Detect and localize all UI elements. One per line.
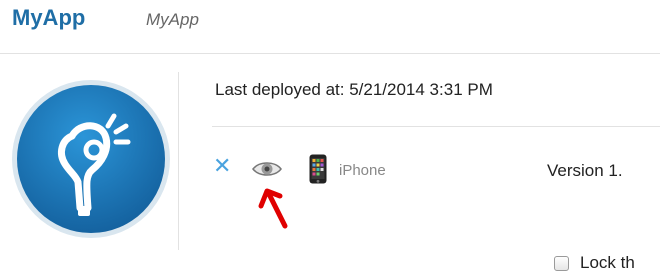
lock-label: Lock th <box>580 253 635 272</box>
header-divider <box>0 53 660 54</box>
eye-icon[interactable] <box>251 159 283 179</box>
platform-label: iPhone <box>339 162 386 179</box>
version-text: Version 1. <box>547 161 623 180</box>
lock-checkbox[interactable] <box>554 256 569 271</box>
last-deployed-text: Last deployed at: 5/21/2014 3:31 PM <box>215 80 493 99</box>
red-arrow-annotation <box>255 186 299 232</box>
section-divider <box>212 126 660 127</box>
header: MyApp MyApp <box>0 0 660 52</box>
app-title[interactable]: MyApp <box>12 5 85 31</box>
iphone-icon <box>309 154 327 184</box>
app-subtitle: MyApp <box>146 10 199 29</box>
vertical-divider <box>178 72 179 250</box>
app-logo-icon <box>10 78 172 240</box>
close-x-icon[interactable]: ✕ <box>213 155 233 177</box>
